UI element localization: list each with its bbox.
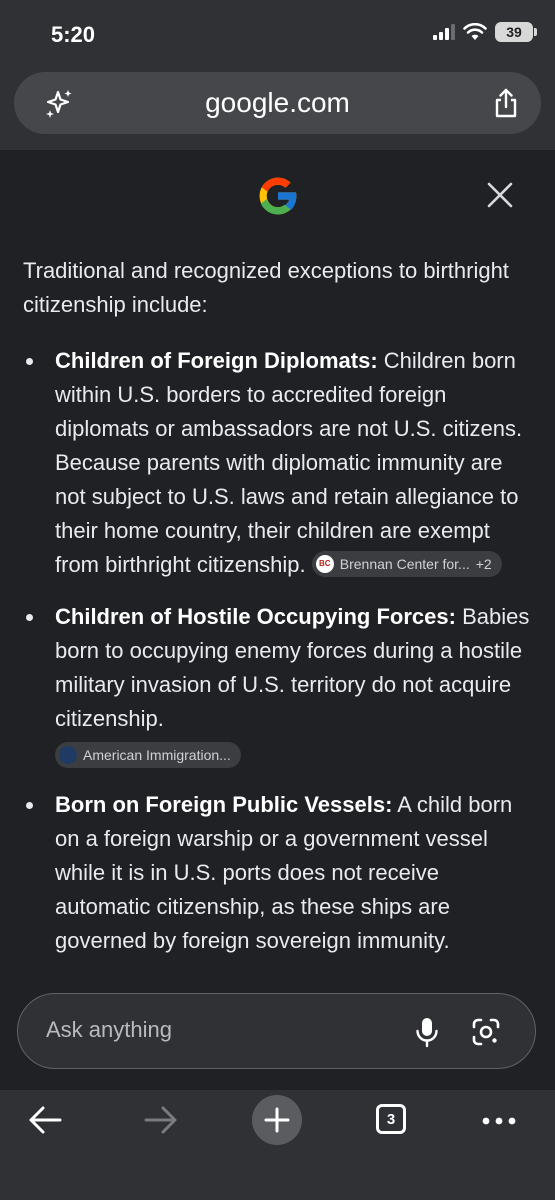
plus-icon bbox=[264, 1107, 290, 1133]
brennan-center-logo-icon: BC bbox=[315, 555, 334, 574]
address-url[interactable]: google.com bbox=[205, 87, 350, 119]
list-item: Born on Foreign Public Vessels: A child … bbox=[23, 788, 533, 958]
bottom-toolbar: 3 bbox=[0, 1090, 555, 1200]
exceptions-list: Children of Foreign Diplomats: Children … bbox=[23, 344, 533, 958]
wifi-icon bbox=[463, 23, 487, 40]
status-icons: 39 bbox=[433, 22, 537, 42]
status-time: 5:20 bbox=[51, 22, 96, 47]
tab-switcher-button[interactable]: 3 bbox=[376, 1104, 406, 1134]
google-lens-icon[interactable] bbox=[472, 1018, 500, 1046]
battery-indicator: 39 bbox=[495, 22, 537, 42]
list-item: Children of Foreign Diplomats: Children … bbox=[23, 344, 533, 582]
microphone-icon[interactable] bbox=[414, 1016, 440, 1048]
source-chip[interactable]: American Immigration... bbox=[55, 742, 241, 769]
ask-anything-input[interactable]: Ask anything bbox=[17, 993, 536, 1069]
source-chip-label: Brennan Center for... bbox=[339, 556, 470, 573]
ask-placeholder: Ask anything bbox=[46, 1017, 172, 1042]
source-chip-label: American Immigration... bbox=[83, 747, 231, 764]
address-bar[interactable]: google.com bbox=[14, 72, 541, 134]
answer-intro: Traditional and recognized exceptions to… bbox=[23, 258, 509, 317]
source-chip[interactable]: BC Brennan Center for... +2 bbox=[311, 551, 502, 578]
list-item-term: Children of Foreign Diplomats: bbox=[55, 348, 378, 373]
browser-top-bar: 5:20 39 google.com bbox=[0, 0, 555, 150]
list-item: Children of Hostile Occupying Forces: Ba… bbox=[23, 600, 533, 770]
google-logo-icon bbox=[259, 177, 298, 215]
american-immigration-logo-icon bbox=[59, 746, 77, 765]
source-chip-extra: +2 bbox=[475, 556, 492, 573]
list-item-term: Born on Foreign Public Vessels: bbox=[55, 792, 393, 818]
forward-arrow-icon bbox=[144, 1106, 177, 1134]
more-options-icon[interactable] bbox=[482, 1116, 516, 1126]
ai-sparkle-icon[interactable] bbox=[44, 88, 74, 118]
ai-answer-panel: Traditional and recognized exceptions to… bbox=[0, 150, 555, 1090]
answer-text: Traditional and recognized exceptions to… bbox=[23, 254, 533, 976]
back-arrow-icon[interactable] bbox=[28, 1105, 62, 1135]
share-icon[interactable] bbox=[493, 87, 519, 119]
cellular-signal-icon bbox=[433, 24, 455, 40]
list-item-term: Children of Hostile Occupying Forces: bbox=[55, 604, 456, 629]
close-icon[interactable] bbox=[487, 182, 513, 208]
list-item-text: Children born within U.S. borders to acc… bbox=[55, 348, 523, 577]
new-tab-button[interactable] bbox=[252, 1095, 302, 1145]
